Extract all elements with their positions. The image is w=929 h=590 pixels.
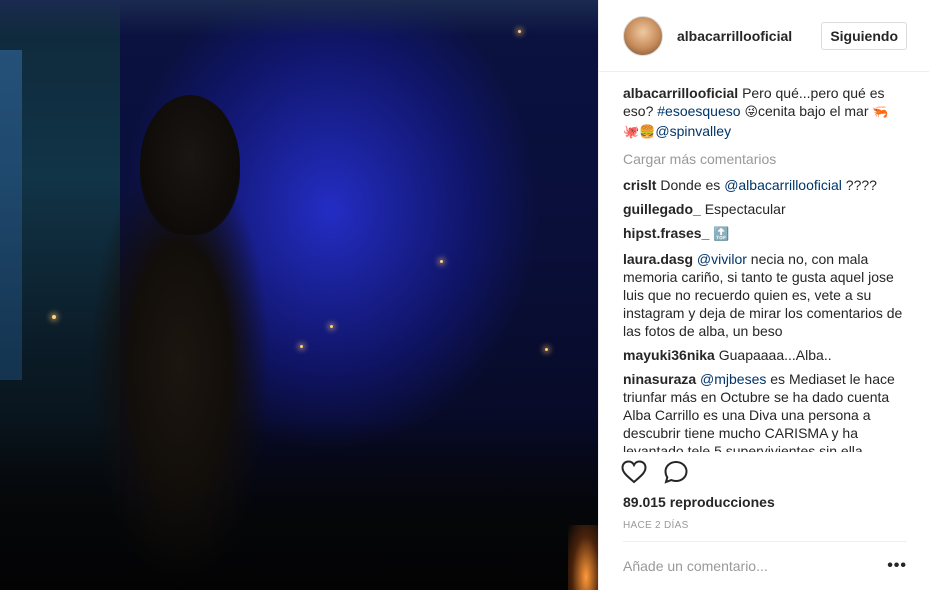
comment-text: ???? xyxy=(841,177,877,193)
view-count[interactable]: 89.015 reproducciones xyxy=(623,494,775,510)
caption-hashtag[interactable]: #esoesqueso xyxy=(657,103,740,119)
video-frame-pillar xyxy=(0,50,22,380)
video-frame-ceiling xyxy=(0,0,598,36)
comment-text: Guapaaaa...Alba.. xyxy=(718,347,832,363)
comment-username[interactable]: guillegado_ xyxy=(623,201,701,217)
comment-mention[interactable]: @vivilor xyxy=(697,251,747,267)
header-username[interactable]: albacarrillooficial xyxy=(677,28,821,44)
load-more-comments-link[interactable]: Cargar más comentarios xyxy=(623,150,907,168)
video-frame-light xyxy=(545,348,548,351)
comment-username[interactable]: mayuki36nika xyxy=(623,347,715,363)
post-side-panel: albacarrillooficial Siguiendo albacarril… xyxy=(598,0,929,590)
caption-emoji: 😜 xyxy=(744,105,758,120)
comment-item: mayuki36nika Guapaaaa...Alba.. xyxy=(623,346,907,364)
caption-emoji: 🦐 xyxy=(872,105,889,120)
comment-item: hipst.frases_ 🔝 xyxy=(623,224,907,244)
action-bar xyxy=(621,460,689,484)
avatar[interactable] xyxy=(623,15,663,56)
caption-emoji: 🐙🍔 xyxy=(623,125,656,140)
comment-text: Espectacular xyxy=(704,201,786,217)
add-comment-input[interactable]: Añade un comentario... xyxy=(623,558,887,574)
comments-list: albacarrillooficial Pero qué...pero qué … xyxy=(599,72,929,452)
post-timestamp[interactable]: HACE 2 DÍAS xyxy=(623,520,689,531)
video-frame-light xyxy=(330,325,333,328)
comment-username[interactable]: crislt xyxy=(623,177,656,193)
comment-username[interactable]: ninasuraza xyxy=(623,371,696,387)
comment-item: ninasuraza @mjbeses es Mediaset le hace … xyxy=(623,370,907,452)
more-options-icon[interactable]: ••• xyxy=(887,557,907,575)
comment-text: Donde es xyxy=(660,177,725,193)
caption-username[interactable]: albacarrillooficial xyxy=(623,85,738,101)
comment-username[interactable]: laura.dasg xyxy=(623,251,693,267)
top-emoji: 🔝 xyxy=(713,227,730,242)
comment-item: guillegado_ Espectacular xyxy=(623,200,907,218)
caption-text: cenita bajo el mar xyxy=(758,103,873,119)
instagram-post: albacarrillooficial Siguiendo albacarril… xyxy=(0,0,929,590)
post-caption: albacarrillooficial Pero qué...pero qué … xyxy=(623,84,907,142)
video-frame-light xyxy=(440,260,443,263)
video-frame-light xyxy=(518,30,521,33)
heart-icon[interactable] xyxy=(621,460,647,484)
comment-item: laura.dasg @vivilor necia no, con mala m… xyxy=(623,250,907,340)
comment-username[interactable]: hipst.frases_ xyxy=(623,225,709,241)
video-frame-fire xyxy=(568,525,598,590)
post-header: albacarrillooficial Siguiendo xyxy=(599,0,929,72)
add-comment-bar: Añade un comentario... ••• xyxy=(623,541,907,590)
comment-mention[interactable]: @albacarrillooficial xyxy=(724,177,842,193)
post-video[interactable] xyxy=(0,0,598,590)
comment-item: crislt Donde es @albacarrillooficial ???… xyxy=(623,176,907,194)
video-frame-light xyxy=(300,345,303,348)
video-frame-light xyxy=(52,315,56,319)
caption-mention[interactable]: @spinvalley xyxy=(655,123,731,139)
comment-mention[interactable]: @mjbeses xyxy=(700,371,766,387)
comment-icon[interactable] xyxy=(663,460,689,484)
video-frame-head xyxy=(140,95,240,235)
following-button[interactable]: Siguiendo xyxy=(821,21,907,50)
